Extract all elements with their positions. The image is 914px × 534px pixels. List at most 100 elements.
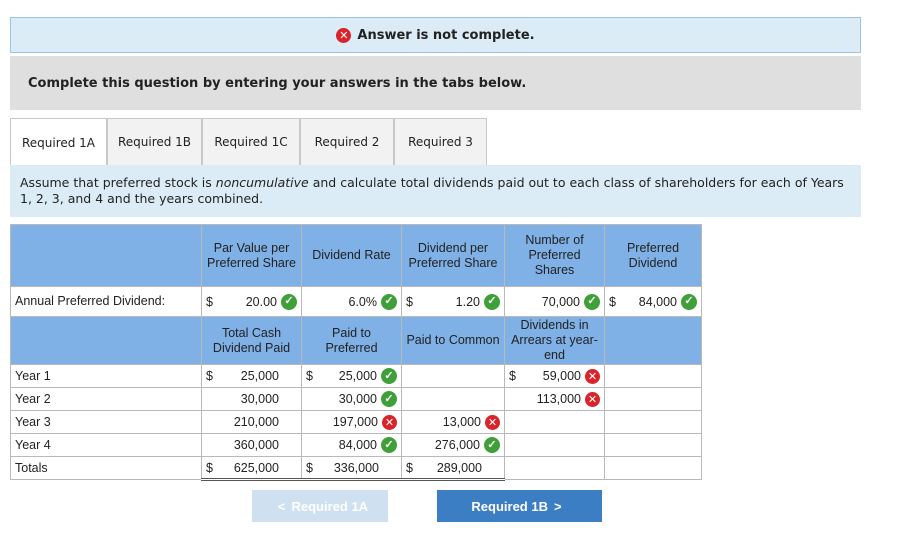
dividend-table: Par Value per Preferred Share Dividend R… <box>10 224 702 481</box>
check-icon: ✓ <box>381 293 397 310</box>
table-row: Year 4 360,000 84,000 ✓ 276,000 ✓ <box>10 433 702 457</box>
tab-required-1b[interactable]: Required 1B <box>107 118 202 165</box>
annual-label: Annual Preferred Dividend: <box>10 286 202 317</box>
currency-symbol: $ <box>609 294 616 309</box>
annual-par-value-cell[interactable]: $20.00 ✓ <box>201 286 302 317</box>
tab-label: Required 1A <box>21 135 96 150</box>
currency-symbol: $ <box>509 369 516 383</box>
check-icon: ✓ <box>381 391 397 407</box>
pref-cell[interactable]: 197,000 ✕ <box>301 410 402 434</box>
prev-tab-button[interactable]: < Required 1A <box>252 490 388 522</box>
check-icon: ✓ <box>381 437 397 453</box>
row-label: Totals <box>10 456 202 480</box>
currency-symbol: $ <box>306 460 313 475</box>
common-input[interactable]: 276,000 <box>420 438 484 452</box>
error-icon: ✕ <box>336 27 352 43</box>
total-value: 25,000 <box>240 369 279 383</box>
table-row: Year 3 210,000 197,000 ✕ 13,000 ✕ <box>10 410 702 434</box>
pref-input[interactable]: 197,000 <box>320 415 382 429</box>
total-cell: $25,000 <box>201 364 302 388</box>
next-tab-label: Required 1B <box>471 498 548 514</box>
pref-cell[interactable]: 30,000 ✓ <box>301 387 402 411</box>
currency-symbol: $ <box>206 460 213 475</box>
total-value: 210,000 <box>233 415 279 429</box>
arrears-cell[interactable]: $59,000 ✕ <box>504 364 605 388</box>
arrears-input[interactable]: 113,000 <box>523 392 585 406</box>
header2-blank <box>10 316 202 365</box>
empty-cell <box>604 364 702 388</box>
annual-num-shares-cell[interactable]: 70,000 ✓ <box>504 286 605 317</box>
row-label: Year 4 <box>10 433 202 457</box>
annual-label-text: Annual Preferred Dividend: <box>15 294 166 308</box>
annual-dividend-rate-cell[interactable]: 6.0% ✓ <box>301 286 402 317</box>
tab-required-1c[interactable]: Required 1C <box>202 118 300 165</box>
row-label: Year 3 <box>10 410 202 434</box>
row-label: Year 1 <box>10 364 202 388</box>
currency-symbol: $ <box>206 294 213 309</box>
answer-status-text: Answer is not complete. <box>357 27 535 43</box>
currency-symbol: $ <box>406 294 413 309</box>
annual-dividend-per-share-cell[interactable]: $1.20 ✓ <box>401 286 505 317</box>
arrears-total-cell <box>504 456 605 480</box>
arrears-input[interactable]: 59,000 <box>523 369 585 383</box>
chevron-right-icon: > <box>553 498 562 514</box>
total-cell: $625,000 <box>201 456 302 481</box>
pref-input[interactable]: 30,000 <box>320 392 381 406</box>
check-icon: ✓ <box>484 437 500 453</box>
common-input[interactable]: 13,000 <box>420 415 485 429</box>
total-value: 625,000 <box>233 460 279 475</box>
tab-label: Required 1B <box>117 135 192 149</box>
currency-symbol: $ <box>206 369 213 383</box>
header-dividend-per-share: Dividend per Preferred Share <box>401 224 505 287</box>
prev-tab-label: Required 1A <box>291 498 369 514</box>
next-tab-button[interactable]: Required 1B > <box>437 490 602 522</box>
pref-cell[interactable]: 84,000 ✓ <box>301 433 402 457</box>
header-num-shares: Number of Preferred Shares <box>504 224 605 287</box>
pref-cell[interactable]: $25,000 ✓ <box>301 364 402 388</box>
tab-bar: Required 1A Required 1B Required 1C Requ… <box>10 118 487 166</box>
error-icon: ✕ <box>485 414 500 430</box>
table-row-totals: Totals $625,000 $336,000 $289,000 <box>10 456 702 481</box>
dividend-per-share-input[interactable]: 1.20 <box>420 295 484 309</box>
common-cell[interactable] <box>401 387 505 411</box>
common-cell[interactable]: 276,000 ✓ <box>401 433 505 457</box>
header-preferred-dividend: Preferred Dividend <box>604 224 702 287</box>
pref-total-value: 336,000 <box>333 460 379 475</box>
dividend-rate-input[interactable]: 6.0% <box>306 295 381 309</box>
pref-input[interactable]: 25,000 <box>320 369 381 383</box>
par-value-input[interactable]: 20.00 <box>220 295 281 309</box>
num-shares-input[interactable]: 70,000 <box>509 295 584 309</box>
total-cell: 30,000 <box>201 387 302 411</box>
tab-required-1a[interactable]: Required 1A <box>10 118 107 166</box>
question-part1: Assume that preferred stock is <box>20 175 216 190</box>
pref-input[interactable]: 84,000 <box>320 438 381 452</box>
check-icon: ✓ <box>381 368 397 384</box>
arrears-cell[interactable] <box>504 433 605 457</box>
empty-cell <box>604 410 702 434</box>
arrears-cell[interactable]: 113,000 ✕ <box>504 387 605 411</box>
question-emphasis: noncumulative <box>215 175 309 190</box>
header-paid-common: Paid to Common <box>401 316 505 365</box>
header-dividend-rate: Dividend Rate <box>301 224 402 287</box>
tab-label: Required 3 <box>408 135 473 149</box>
common-cell[interactable] <box>401 364 505 388</box>
header-total-cash: Total Cash Dividend Paid <box>201 316 302 365</box>
total-value: 30,000 <box>240 392 279 406</box>
total-cell: 360,000 <box>201 433 302 457</box>
table-row: Year 2 30,000 30,000 ✓ 113,000 ✕ <box>10 387 702 411</box>
tab-label: Required 1C <box>214 135 288 149</box>
common-cell[interactable]: 13,000 ✕ <box>401 410 505 434</box>
empty-cell <box>604 387 702 411</box>
empty-cell <box>604 433 702 457</box>
tab-required-3[interactable]: Required 3 <box>394 118 487 165</box>
preferred-dividend-input[interactable]: 84,000 <box>623 295 681 309</box>
tab-required-2[interactable]: Required 2 <box>300 118 394 165</box>
annual-preferred-dividend-cell[interactable]: $84,000 ✓ <box>604 286 702 317</box>
error-icon: ✕ <box>382 414 397 430</box>
arrears-cell[interactable] <box>504 410 605 434</box>
common-total-cell: $289,000 <box>401 456 505 481</box>
total-value: 360,000 <box>233 438 279 452</box>
total-cell: 210,000 <box>201 410 302 434</box>
header2-blank-end <box>604 316 702 365</box>
header-paid-preferred: Paid to Preferred <box>301 316 402 365</box>
